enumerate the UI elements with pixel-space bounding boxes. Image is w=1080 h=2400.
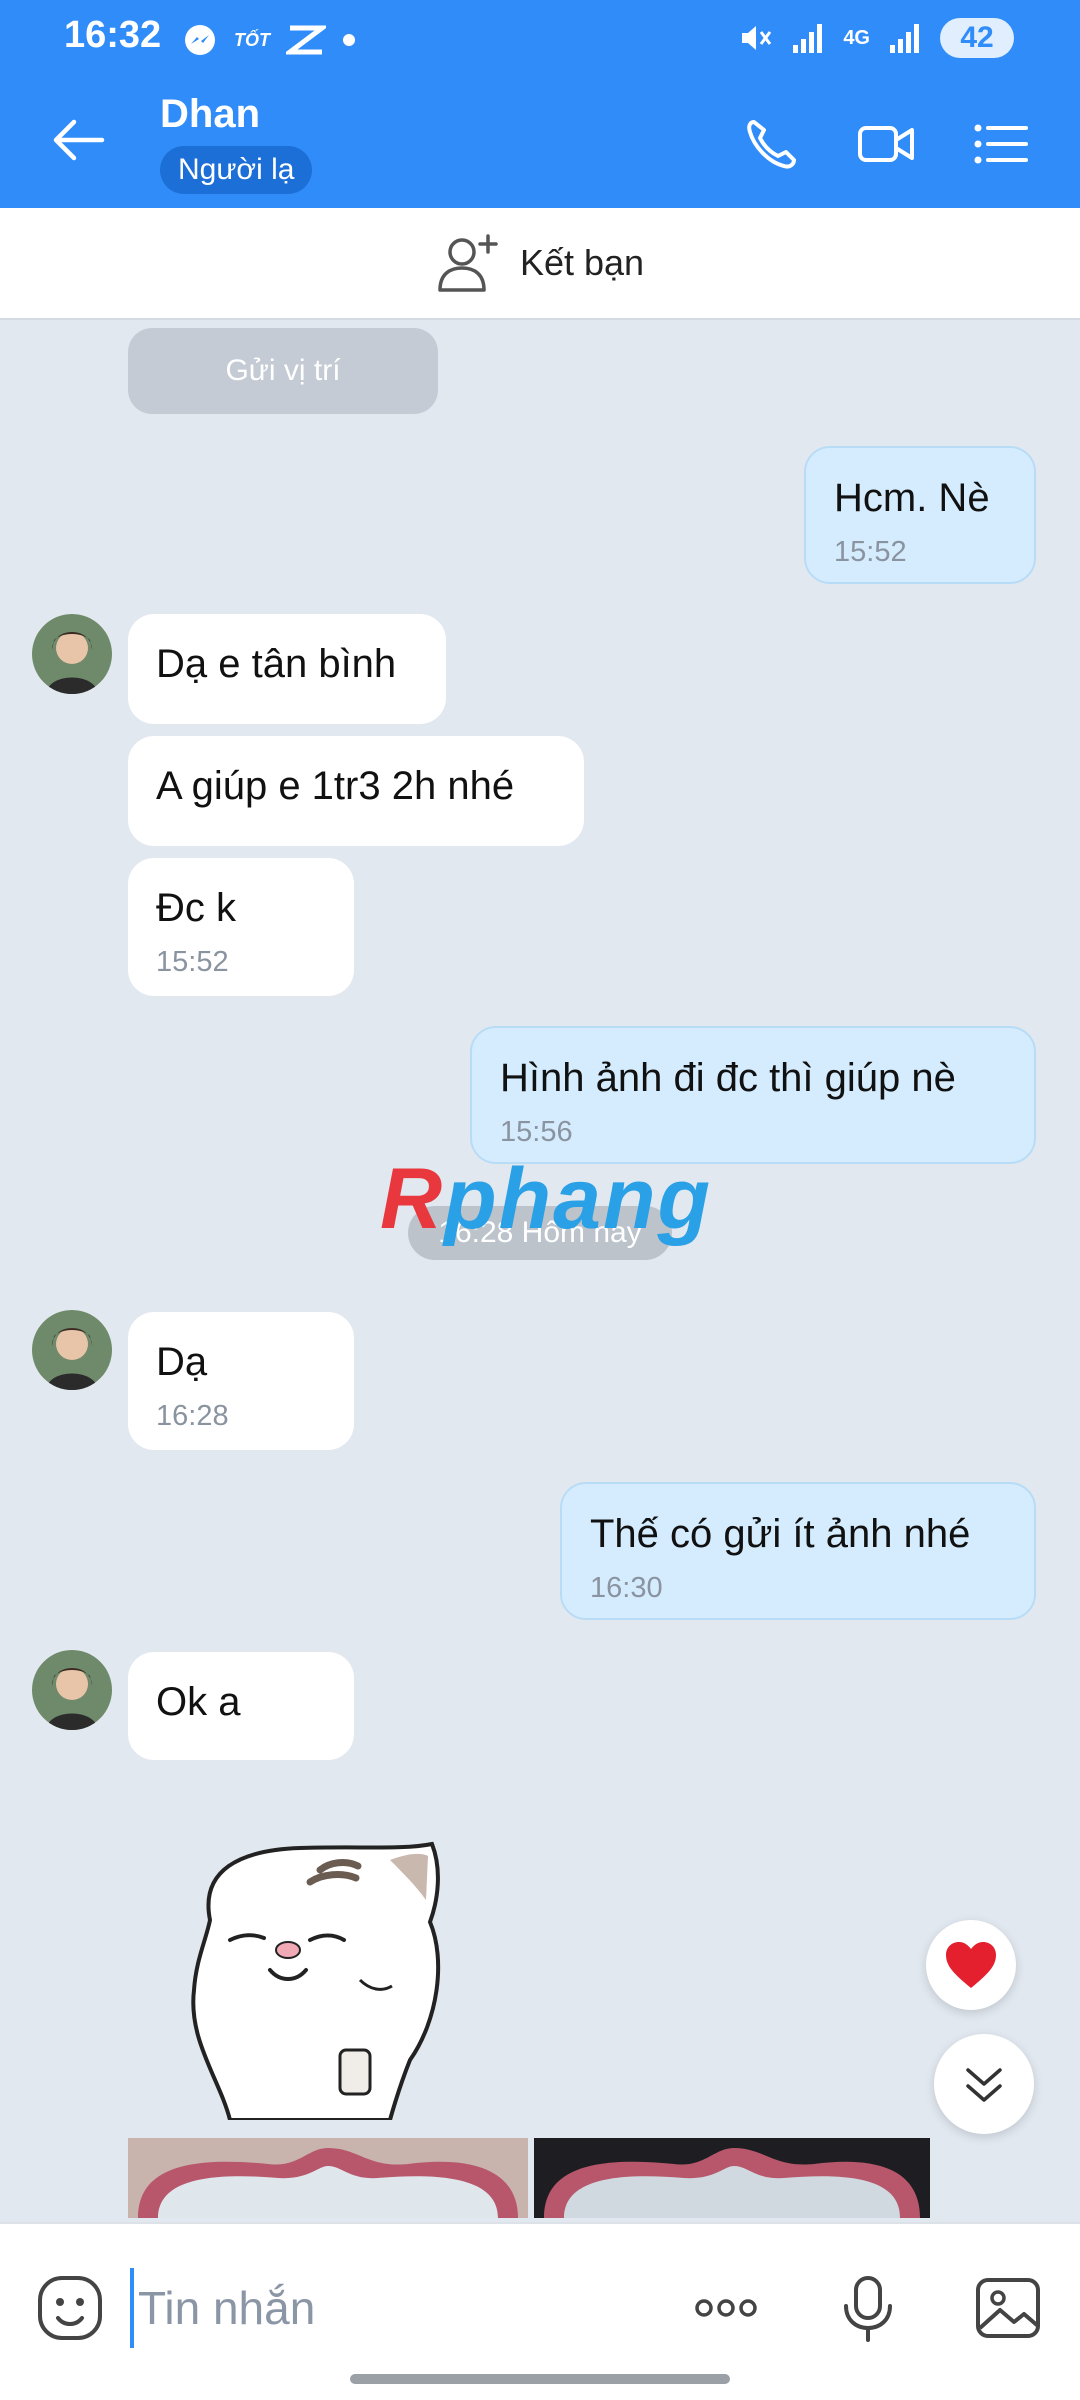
battery-level: 42 [960, 21, 994, 54]
signal-icon [793, 24, 823, 53]
status-time: 16:32 [64, 14, 162, 56]
add-friend-label: Kết bạn [519, 242, 645, 283]
message-text: Đc k [156, 886, 236, 930]
message-bubble-outgoing[interactable]: Hcm. Nè 15:52 [804, 446, 1036, 584]
message-time: 15:56 [500, 1116, 573, 1148]
photo-thumbnail[interactable] [534, 2138, 930, 2218]
add-friend-bar[interactable]: Kết bạn [0, 208, 1080, 320]
scroll-down-button[interactable] [934, 2034, 1034, 2134]
message-time: 15:52 [156, 946, 229, 978]
message-bubble-incoming[interactable]: A giúp e 1tr3 2h nhé [128, 736, 584, 846]
phone-icon[interactable] [742, 114, 802, 174]
heart-reaction-button[interactable] [926, 1920, 1016, 2010]
contact-name[interactable]: Dhan [160, 92, 260, 137]
message-bubble-incoming[interactable]: Dạ 16:28 [128, 1312, 354, 1450]
heart-icon [946, 1942, 996, 1988]
carrier-badge: TỐT [234, 29, 270, 50]
signal-icon-2 [890, 24, 919, 53]
add-friend-icon [438, 234, 498, 292]
scroll-down-icon [966, 2068, 1002, 2102]
message-text: Hcm. Nè [834, 476, 990, 520]
message-time: 16:28 [156, 1400, 229, 1432]
stranger-badge: Người lạ [160, 146, 313, 194]
gallery-icon[interactable] [972, 2272, 1044, 2344]
mic-icon[interactable] [832, 2272, 904, 2344]
message-text: Ok a [156, 1680, 241, 1724]
messenger-icon [185, 25, 215, 55]
message-bubble-incoming[interactable]: Dạ e tân bình [128, 614, 446, 724]
cat-sticker[interactable] [170, 1830, 470, 2120]
message-text: Dạ e tân bình [156, 642, 397, 686]
message-bubble-outgoing[interactable]: Thế có gửi ít ảnh nhé 16:30 [560, 1482, 1036, 1620]
video-call-icon[interactable] [856, 114, 916, 174]
home-indicator[interactable] [350, 2374, 730, 2384]
avatar[interactable] [32, 614, 112, 694]
more-icon[interactable] [690, 2272, 762, 2344]
message-text: Thế có gửi ít ảnh nhé [590, 1512, 971, 1556]
photo-thumbnail[interactable] [128, 2138, 528, 2218]
battery-indicator: 42 [940, 18, 1014, 58]
message-input-bar [0, 2222, 1080, 2400]
message-text: Hình ảnh đi đc thì giúp nè [500, 1056, 956, 1100]
watermark-logo: Rphang [380, 1151, 713, 1247]
message-time: 16:30 [590, 1572, 663, 1604]
emoji-icon[interactable] [34, 2272, 106, 2344]
capcut-icon [286, 25, 326, 55]
mute-icon [742, 26, 772, 50]
system-icons: 4G 42 [737, 18, 1014, 58]
dot-icon [343, 34, 355, 46]
network-type: 4G [843, 26, 870, 49]
message-time: 15:52 [834, 536, 907, 568]
message-bubble-incoming[interactable]: Ok a [128, 1652, 354, 1760]
status-bar: 16:32 TỐT 4G 42 [0, 0, 1080, 78]
send-location-button[interactable]: Gửi vị trí [128, 328, 438, 414]
message-text: Dạ [156, 1340, 208, 1384]
avatar[interactable] [32, 1310, 112, 1390]
back-arrow-icon[interactable] [48, 110, 108, 170]
message-bubble-outgoing[interactable]: Hình ảnh đi đc thì giúp nè 15:56 [470, 1026, 1036, 1164]
message-bubble-incoming[interactable]: Đc k 15:52 [128, 858, 354, 996]
message-input[interactable] [130, 2268, 650, 2348]
chat-header: Dhan Người lạ [0, 78, 1080, 208]
menu-list-icon[interactable] [970, 114, 1030, 174]
message-text: A giúp e 1tr3 2h nhé [156, 764, 515, 808]
avatar[interactable] [32, 1650, 112, 1730]
notification-icons: TỐT [182, 22, 356, 58]
